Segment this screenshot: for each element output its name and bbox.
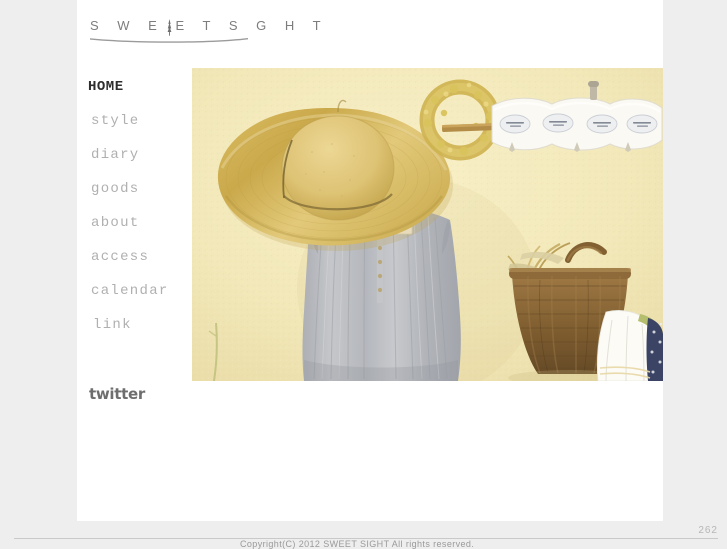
page-counter: 262 — [698, 525, 718, 536]
nav-item-access[interactable]: access — [88, 240, 208, 274]
twitter-link[interactable]: twitter — [89, 385, 145, 403]
copyright-text: Copyright(C) 2012 SWEET SIGHT All rights… — [240, 539, 475, 549]
tree-icon — [165, 19, 174, 36]
nav-item-style[interactable]: style — [88, 104, 208, 138]
site-logo-text[interactable]: S W E E T S G H T — [90, 18, 321, 34]
nav-item-calendar[interactable]: calendar — [88, 274, 208, 308]
nav-item-about[interactable]: about — [88, 206, 208, 240]
logo-underline — [90, 37, 248, 44]
hero-photo — [192, 68, 663, 381]
main-navigation: HOME style diary goods about access cale… — [88, 70, 208, 342]
nav-item-link[interactable]: link — [88, 308, 208, 342]
nav-item-home[interactable]: HOME — [88, 70, 208, 104]
site-header: S W E E T S G H T — [90, 18, 321, 48]
nav-item-diary[interactable]: diary — [88, 138, 208, 172]
nav-item-goods[interactable]: goods — [88, 172, 208, 206]
